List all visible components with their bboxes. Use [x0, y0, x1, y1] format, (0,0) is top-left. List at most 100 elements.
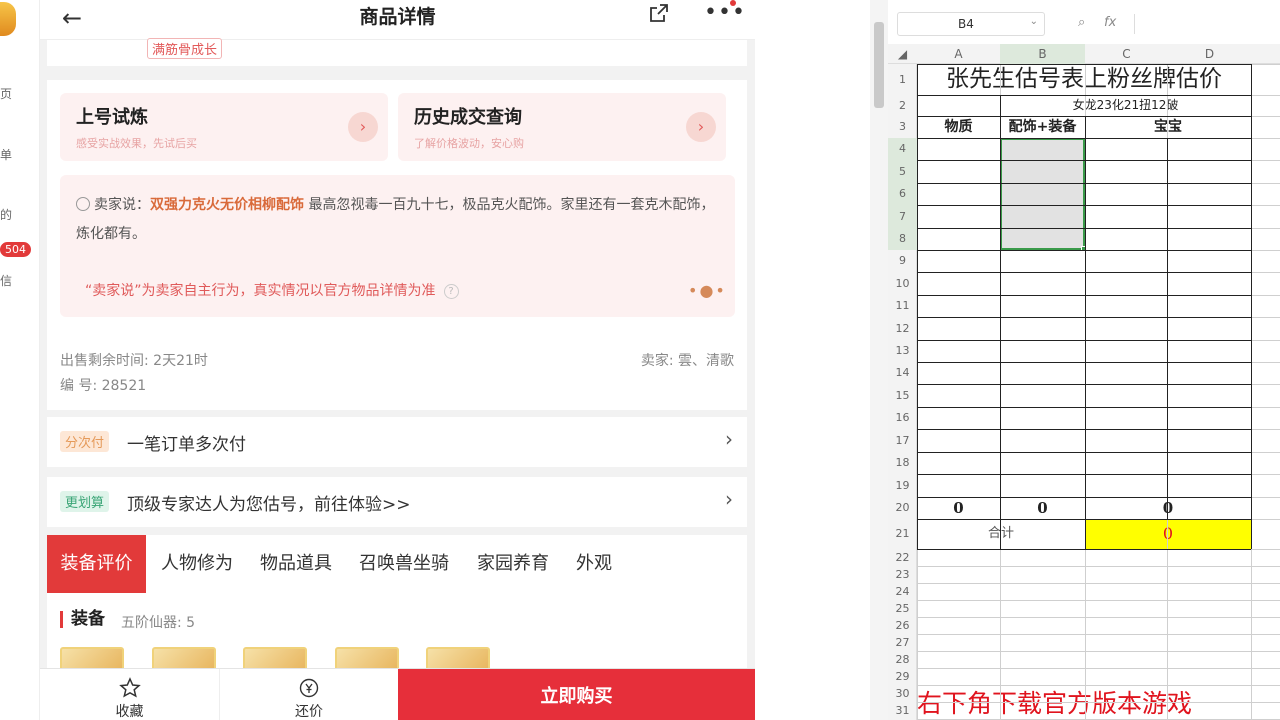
cell-border: [1167, 138, 1168, 519]
row-header[interactable]: 26: [888, 617, 917, 634]
tab-appearance[interactable]: 外观: [576, 535, 612, 593]
column-header-c[interactable]: C: [1085, 44, 1168, 64]
row-header[interactable]: 3: [888, 116, 917, 138]
row-header[interactable]: 16: [888, 407, 917, 429]
row-header[interactable]: 21: [888, 519, 917, 549]
chevron-down-icon[interactable]: ⌄: [1030, 16, 1038, 27]
row20-a[interactable]: 0: [917, 497, 1000, 519]
installment-row[interactable]: 分次付 一笔订单多次付 ›: [47, 417, 747, 467]
column-header-a[interactable]: A: [917, 44, 1000, 64]
row-header[interactable]: 18: [888, 452, 917, 474]
row-header[interactable]: 13: [888, 340, 917, 362]
tab-items[interactable]: 物品道具: [260, 535, 332, 593]
sheet-subtitle[interactable]: 女龙23化21扭12破: [1000, 95, 1251, 116]
disclaimer-text: “卖家说”为卖家自主行为，真实情况以官方物品详情为准: [85, 283, 436, 299]
side-label-message[interactable]: 信: [0, 272, 14, 289]
row-header[interactable]: 5: [888, 160, 917, 183]
bargain-button[interactable]: 还价: [220, 669, 398, 720]
fill-handle[interactable]: [1081, 246, 1087, 252]
header-pets[interactable]: 宝宝: [1085, 116, 1251, 138]
row-header[interactable]: 25: [888, 600, 917, 617]
row-header[interactable]: 9: [888, 250, 917, 272]
vertical-scrollbar[interactable]: [870, 0, 888, 720]
tab-pets[interactable]: 召唤兽坐骑: [359, 535, 449, 593]
row-header[interactable]: 12: [888, 317, 917, 340]
history-deals-subtitle: 了解价格波动，安心购: [414, 137, 524, 150]
row-header[interactable]: 19: [888, 474, 917, 497]
column-header-b[interactable]: B: [1000, 44, 1085, 64]
row-header[interactable]: 22: [888, 549, 917, 566]
row-header[interactable]: 30: [888, 685, 917, 702]
trial-play-box[interactable]: 上号试炼 感受实战效果，先试后买 ›: [60, 93, 388, 161]
cell-border: [917, 272, 1251, 273]
row-header[interactable]: 24: [888, 583, 917, 600]
more-icon[interactable]: •••: [704, 0, 746, 25]
name-box[interactable]: B4 ⌄: [897, 12, 1045, 36]
cell-border: [917, 407, 1251, 408]
row-header[interactable]: 31: [888, 702, 917, 719]
yen-circle-icon: [299, 678, 319, 698]
row-header[interactable]: 29: [888, 668, 917, 685]
row-header[interactable]: 28: [888, 651, 917, 668]
row-header[interactable]: 6: [888, 183, 917, 205]
question-icon[interactable]: ?: [443, 284, 459, 299]
row-header[interactable]: 14: [888, 362, 917, 384]
zoom-icon[interactable]: ⌕: [1078, 15, 1085, 30]
tab-equipment[interactable]: 装备评价: [47, 535, 146, 593]
favorite-button[interactable]: 收藏: [40, 669, 220, 720]
estimate-row[interactable]: 更划算 顶级专家达人为您估号，前往体验>> ›: [47, 477, 747, 527]
column-header-d[interactable]: D: [1168, 44, 1251, 64]
grid-line: [917, 617, 1280, 618]
row-header[interactable]: 17: [888, 429, 917, 452]
side-label-page[interactable]: 页: [0, 85, 14, 102]
divider: [1134, 14, 1135, 34]
header-material[interactable]: 物质: [917, 116, 1000, 138]
screen: { "app": { "title": "商品详情", "growth_tag"…: [0, 0, 1280, 720]
row-header[interactable]: 27: [888, 634, 917, 651]
product-detail-app: ← 商品详情 ••• 满筋骨成长 上号试炼 感受实战效果，先试后买 › 历史成交…: [40, 0, 755, 720]
seller-says-label: 卖家说：: [94, 197, 150, 213]
pager-dots-icon: •●•: [688, 281, 727, 300]
cell-border: [917, 138, 1251, 139]
row20-c[interactable]: 0: [1085, 497, 1251, 519]
grid-line: [917, 566, 1280, 567]
row-header[interactable]: 20: [888, 497, 917, 519]
seller-name[interactable]: 卖家: 雲、清歌: [641, 350, 734, 370]
share-icon[interactable]: [648, 2, 670, 24]
scrollbar-thumb[interactable]: [874, 22, 884, 108]
history-deals-box[interactable]: 历史成交查询 了解价格波动，安心购 ›: [398, 93, 726, 161]
buy-now-button[interactable]: 立即购买: [398, 669, 755, 720]
tab-home[interactable]: 家园养育: [477, 535, 549, 593]
tab-cultivation[interactable]: 人物修为: [161, 535, 233, 593]
row-header[interactable]: 15: [888, 384, 917, 407]
fx-icon[interactable]: fx: [1104, 15, 1116, 30]
selected-range[interactable]: [1000, 138, 1085, 250]
select-all-corner[interactable]: ◢: [888, 44, 917, 64]
total-label[interactable]: 合计: [917, 519, 1085, 549]
star-icon: [118, 677, 141, 698]
row-header[interactable]: 10: [888, 272, 917, 295]
cell-border: [917, 64, 1251, 65]
row-header[interactable]: 4: [888, 138, 917, 160]
formula-bar[interactable]: ⌕ fx: [1062, 12, 1280, 36]
row-header[interactable]: 2: [888, 95, 917, 116]
row-header[interactable]: 23: [888, 566, 917, 583]
feature-card: 上号试炼 感受实战效果，先试后买 › 历史成交查询 了解价格波动，安心购 › 卖…: [47, 80, 747, 410]
side-label-mine[interactable]: 的: [0, 206, 14, 223]
equipment-heading: 装备: [60, 611, 105, 628]
sheet-title[interactable]: 张先生估号表上粉丝牌估价: [917, 64, 1251, 95]
total-value[interactable]: 0: [1085, 519, 1251, 549]
row20-b[interactable]: 0: [1000, 497, 1085, 519]
side-label-order[interactable]: 单: [0, 146, 14, 163]
row-header[interactable]: 1: [888, 64, 917, 95]
row-header[interactable]: 7: [888, 205, 917, 228]
side-strip: 页 单 的 504 信: [0, 0, 40, 720]
row-header[interactable]: 8: [888, 228, 917, 250]
cell-border: [1000, 95, 1001, 549]
header-accessories[interactable]: 配饰+装备: [1000, 116, 1085, 138]
cell-border: [917, 295, 1251, 296]
serial-number: 编 号: 28521: [60, 378, 147, 394]
installment-text: 一笔订单多次付: [127, 435, 246, 455]
seller-disclaimer: “卖家说”为卖家自主行为，真实情况以官方物品详情为准?: [85, 280, 459, 300]
row-header[interactable]: 11: [888, 295, 917, 317]
